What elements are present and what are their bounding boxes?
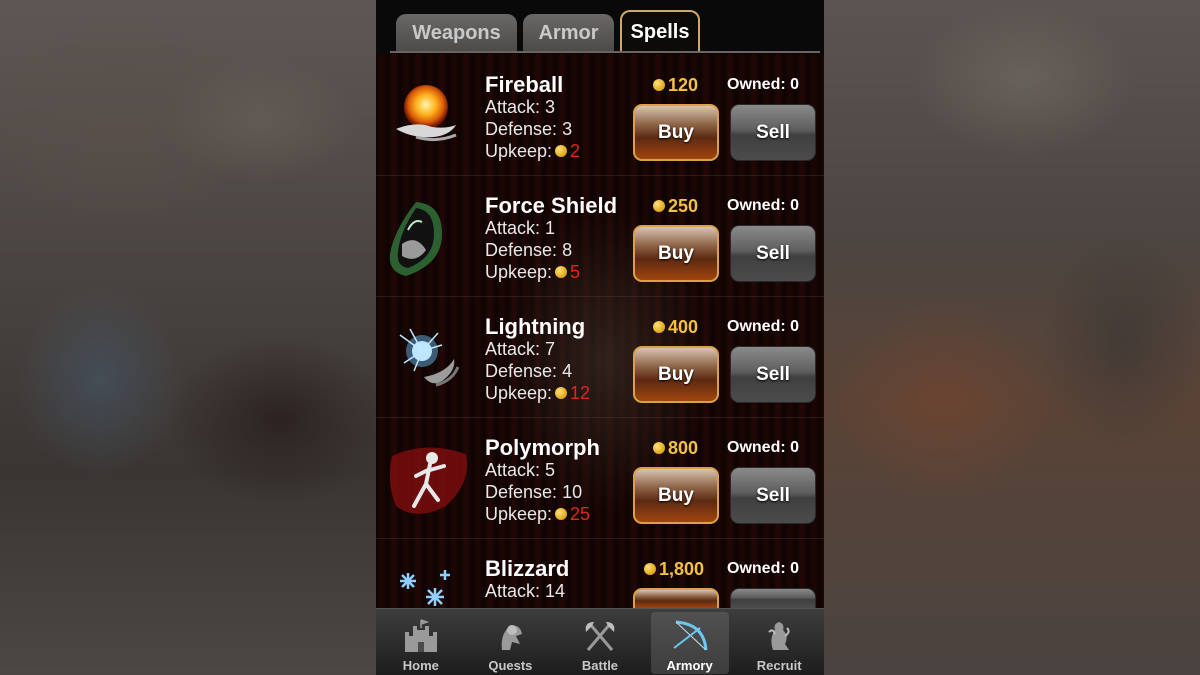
bow-icon (670, 618, 710, 654)
nav-label: Battle (581, 658, 619, 673)
tab-weapons[interactable]: Weapons (396, 14, 517, 52)
defense-stat: Defense: 4 (485, 361, 573, 381)
price: 1,800 (641, 559, 704, 580)
nav-label: Home (402, 658, 439, 673)
polymorph-icon (386, 436, 472, 522)
spell-name: Lightning (485, 314, 586, 339)
tab-armor[interactable]: Armor (523, 14, 614, 52)
owned-count: Owned: 0 (727, 439, 800, 456)
coin-icon (555, 507, 568, 520)
attack-stat: Attack: 14 (485, 581, 566, 601)
defense-stat: Defense: 10 (485, 482, 583, 502)
attack-stat: Attack: 7 (485, 339, 556, 359)
nav-recruit[interactable]: Recruit (734, 609, 824, 675)
sell-button[interactable]: Sell (730, 467, 816, 524)
coin-icon (653, 441, 665, 454)
buy-button[interactable]: Buy (633, 104, 719, 161)
attack-stat: Attack: 1 (485, 218, 556, 238)
coin-icon (653, 199, 665, 212)
list-item: Polymorph Attack: 5 Defense: 10 Upkeep: 2… (376, 418, 824, 539)
list-item: Force Shield Attack: 1 Defense: 8 Upkeep… (376, 176, 824, 297)
owned-count: Owned: 0 (727, 76, 800, 93)
buy-button[interactable] (633, 588, 719, 608)
spell-name: Blizzard (485, 556, 570, 581)
defense-stat: Defense: 3 (485, 119, 573, 139)
sell-button[interactable]: Sell (730, 346, 816, 403)
category-tabs: Weapons Armor Spells (396, 10, 700, 52)
price: 800 (650, 438, 698, 459)
spell-name: Force Shield (485, 193, 618, 218)
upkeep-stat: Upkeep: 25 (485, 504, 591, 524)
blurred-backdrop-left (0, 0, 376, 675)
nav-armory[interactable]: Armory (645, 609, 735, 675)
list-item: Fireball Attack: 3 Defense: 3 Upkeep: 2 1… (376, 55, 824, 176)
coin-icon (653, 78, 665, 91)
price: 120 (650, 75, 698, 96)
spell-name: Fireball (485, 72, 564, 97)
sell-button[interactable] (730, 588, 816, 608)
nav-battle[interactable]: Battle (555, 609, 645, 675)
attack-stat: Attack: 3 (485, 97, 556, 117)
fireball-icon (386, 73, 472, 159)
nav-label: Quests (488, 658, 533, 673)
nav-quests[interactable]: Quests (466, 609, 556, 675)
list-item: Lightning Attack: 7 Defense: 4 Upkeep: 12… (376, 297, 824, 418)
sell-button[interactable]: Sell (730, 225, 816, 282)
owned-count: Owned: 0 (727, 560, 800, 577)
coin-icon (555, 144, 568, 157)
coin-icon (555, 265, 568, 278)
castle-icon (401, 618, 441, 654)
defense-stat: Defense: 8 (485, 240, 573, 260)
lion-crest-icon (759, 618, 799, 654)
nav-label: Armory (666, 658, 713, 673)
buy-button[interactable]: Buy (633, 225, 719, 282)
force-shield-icon (386, 194, 472, 280)
buy-button[interactable]: Buy (633, 467, 719, 524)
spell-list[interactable]: Fireball Attack: 3 Defense: 3 Upkeep: 2 1… (376, 55, 824, 660)
price: 250 (650, 196, 698, 217)
coin-icon (653, 320, 665, 333)
owned-count: Owned: 0 (727, 197, 800, 214)
upkeep-stat: Upkeep: 5 (485, 262, 581, 282)
coin-icon (555, 386, 568, 399)
tab-divider (390, 51, 820, 53)
blurred-backdrop-right (824, 0, 1200, 675)
lightning-icon (386, 315, 472, 401)
armory-screen: Weapons Armor Spells Fireball Attack: 3 … (376, 0, 824, 675)
nav-label: Recruit (756, 658, 802, 673)
attack-stat: Attack: 5 (485, 460, 556, 480)
knight-icon (490, 618, 530, 654)
owned-count: Owned: 0 (727, 318, 800, 335)
tab-spells[interactable]: Spells (620, 10, 700, 52)
buy-button[interactable]: Buy (633, 346, 719, 403)
bottom-nav: Home Quests Battle Armory Recruit (376, 608, 824, 675)
price: 400 (650, 317, 698, 338)
spell-name: Polymorph (485, 435, 600, 460)
sell-button[interactable]: Sell (730, 104, 816, 161)
nav-home[interactable]: Home (376, 609, 466, 675)
coin-icon (644, 562, 656, 575)
upkeep-stat: Upkeep: 12 (485, 383, 591, 403)
crossed-axes-icon (580, 618, 620, 654)
upkeep-stat: Upkeep: 2 (485, 141, 581, 161)
